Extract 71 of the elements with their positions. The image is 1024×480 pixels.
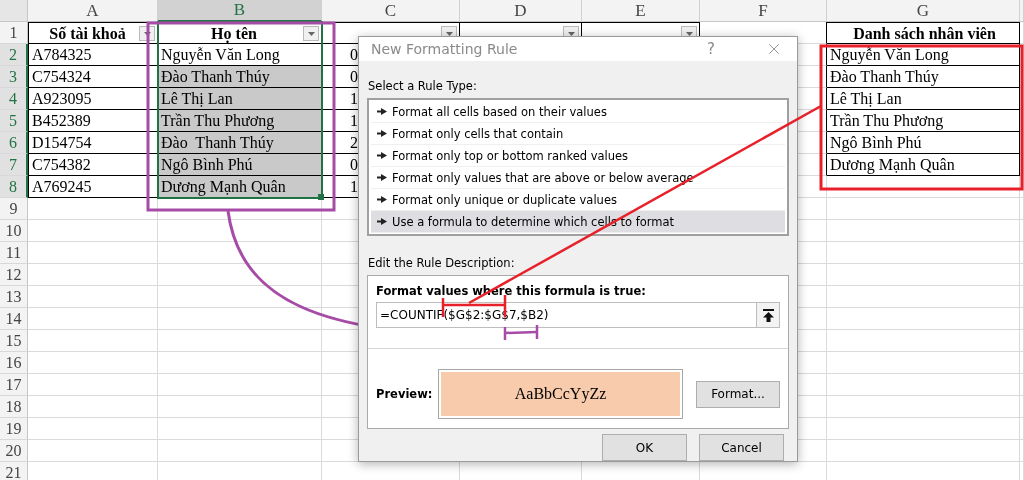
table-cell: Lê Thị Lan	[827, 88, 1020, 110]
table-cell: Nguyễn Văn Long	[158, 44, 322, 66]
table-cell: D154754	[28, 132, 158, 154]
table-cell: A784325	[28, 44, 158, 66]
pointer-icon	[377, 174, 387, 181]
caret-icon	[143, 31, 151, 36]
table-cell: Ngô Bình Phú	[158, 154, 322, 176]
table-cell: Trần Thu Phương	[158, 110, 322, 132]
collapse-button[interactable]	[756, 302, 780, 328]
table-cell: B452389	[28, 110, 158, 132]
pointer-icon	[377, 196, 387, 203]
format-preview: AaBbCcYyZz	[439, 370, 682, 418]
table-cell: C754382	[28, 154, 158, 176]
row-header[interactable]: 7	[0, 154, 28, 176]
column-header[interactable]: E	[582, 0, 700, 22]
table-cell: Ngô Bình Phú	[827, 132, 1020, 154]
row-header[interactable]: 2	[0, 44, 28, 66]
row-header[interactable]: 18	[0, 396, 28, 418]
table-cell: A923095	[28, 88, 158, 110]
row-header[interactable]: 1	[0, 22, 28, 44]
bracket-mark	[503, 325, 539, 340]
table-cell: Đào Thanh Thúy	[158, 132, 322, 154]
cancel-button[interactable]: Cancel	[699, 434, 784, 461]
row-header[interactable]: 17	[0, 374, 28, 396]
table-cell: Đào Thanh Thúy	[827, 66, 1020, 88]
row-header[interactable]: 20	[0, 440, 28, 462]
row-header[interactable]: 10	[0, 220, 28, 242]
row-header[interactable]: 9	[0, 198, 28, 220]
pointer-icon	[377, 152, 387, 159]
pointer-icon	[377, 218, 387, 225]
row-header[interactable]: 14	[0, 308, 28, 330]
caret-icon	[307, 31, 315, 36]
row-header[interactable]: 3	[0, 66, 28, 88]
table-cell: Dương Mạnh Quân	[158, 176, 322, 198]
row-header[interactable]: 15	[0, 330, 28, 352]
pointer-icon	[377, 108, 387, 115]
table-cell: C754324	[28, 66, 158, 88]
help-button[interactable]: ?	[707, 40, 715, 58]
column-header[interactable]: C	[322, 0, 460, 22]
table-cell: A769245	[28, 176, 158, 198]
header-label: Danh sách nhân viên	[853, 25, 996, 43]
header-label: Số tài khoả	[49, 25, 126, 43]
row-header[interactable]: 21	[0, 462, 28, 480]
table-cell: Nguyễn Văn Long	[827, 44, 1020, 66]
table-cell: Lê Thị Lan	[158, 88, 322, 110]
row-header[interactable]: 12	[0, 264, 28, 286]
row-header[interactable]: 16	[0, 352, 28, 374]
section-label: Edit the Rule Description:	[368, 256, 516, 270]
preview-label: Preview:	[376, 387, 434, 401]
formula-field[interactable]: =COUNTIF($G$2:$G$7,$B2)	[376, 302, 756, 328]
row-header[interactable]: 13	[0, 286, 28, 308]
table-cell: Dương Mạnh Quân	[827, 154, 1020, 176]
header-label: Họ tên	[211, 25, 257, 43]
format-button[interactable]: Format...	[696, 380, 780, 408]
column-header[interactable]: G	[827, 0, 1020, 22]
row-header[interactable]: 19	[0, 418, 28, 440]
row-header[interactable]: 11	[0, 242, 28, 264]
column-header[interactable]: D	[460, 0, 582, 22]
row-header[interactable]: 6	[0, 132, 28, 154]
column-header[interactable]: B	[158, 0, 322, 22]
ok-button[interactable]: OK	[602, 434, 687, 461]
row-header[interactable]: 4	[0, 88, 28, 110]
column-header[interactable]: A	[28, 0, 158, 22]
column-header[interactable]: F	[700, 0, 827, 22]
row-header[interactable]: 5	[0, 110, 28, 132]
table-cell: Trần Thu Phương	[827, 110, 1020, 132]
arrow-up-icon	[762, 308, 774, 322]
pointer-icon	[377, 130, 387, 137]
row-header[interactable]: 8	[0, 176, 28, 198]
filter-button[interactable]	[303, 26, 319, 41]
table-cell: Đào Thanh Thúy	[158, 66, 322, 88]
